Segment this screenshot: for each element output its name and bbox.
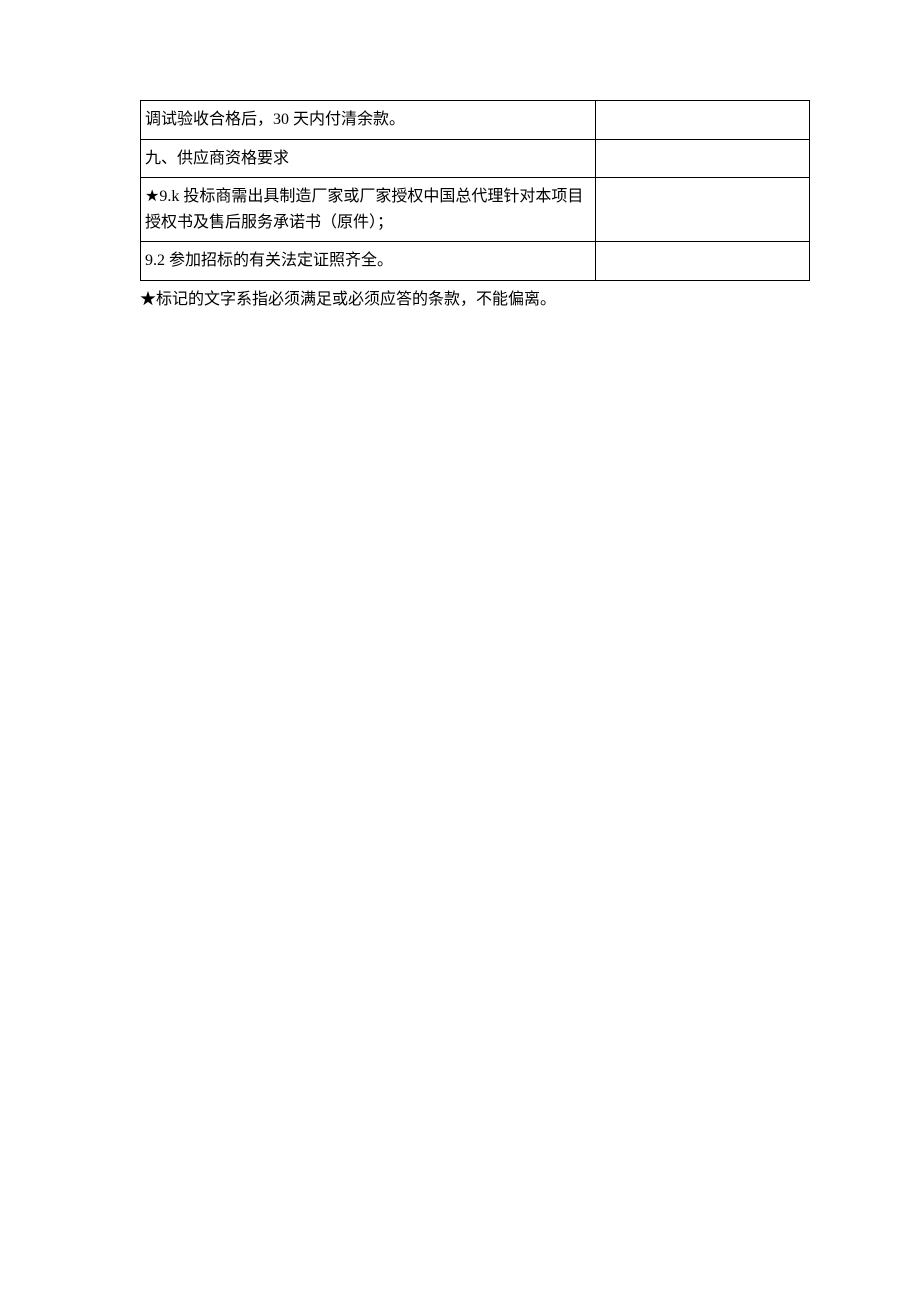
cell-left: 九、供应商资格要求 xyxy=(141,139,596,178)
table-row: ★9.k 投标商需出具制造厂家或厂家授权中国总代理针对本项目授权书及售后服务承诺… xyxy=(141,178,810,242)
cell-left: 9.2 参加招标的有关法定证照齐全。 xyxy=(141,242,596,281)
cell-left: 调试验收合格后，30 天内付清余款。 xyxy=(141,101,596,140)
cell-right xyxy=(596,139,810,178)
footnote-text: ★标记的文字系指必须满足或必须应答的条款，不能偏离。 xyxy=(140,287,810,313)
cell-right xyxy=(596,178,810,242)
table-row: 九、供应商资格要求 xyxy=(141,139,810,178)
table-row: 9.2 参加招标的有关法定证照齐全。 xyxy=(141,242,810,281)
requirements-table: 调试验收合格后，30 天内付清余款。 九、供应商资格要求 ★9.k 投标商需出具… xyxy=(140,100,810,281)
cell-right xyxy=(596,242,810,281)
cell-left: ★9.k 投标商需出具制造厂家或厂家授权中国总代理针对本项目授权书及售后服务承诺… xyxy=(141,178,596,242)
cell-right xyxy=(596,101,810,140)
table-row: 调试验收合格后，30 天内付清余款。 xyxy=(141,101,810,140)
